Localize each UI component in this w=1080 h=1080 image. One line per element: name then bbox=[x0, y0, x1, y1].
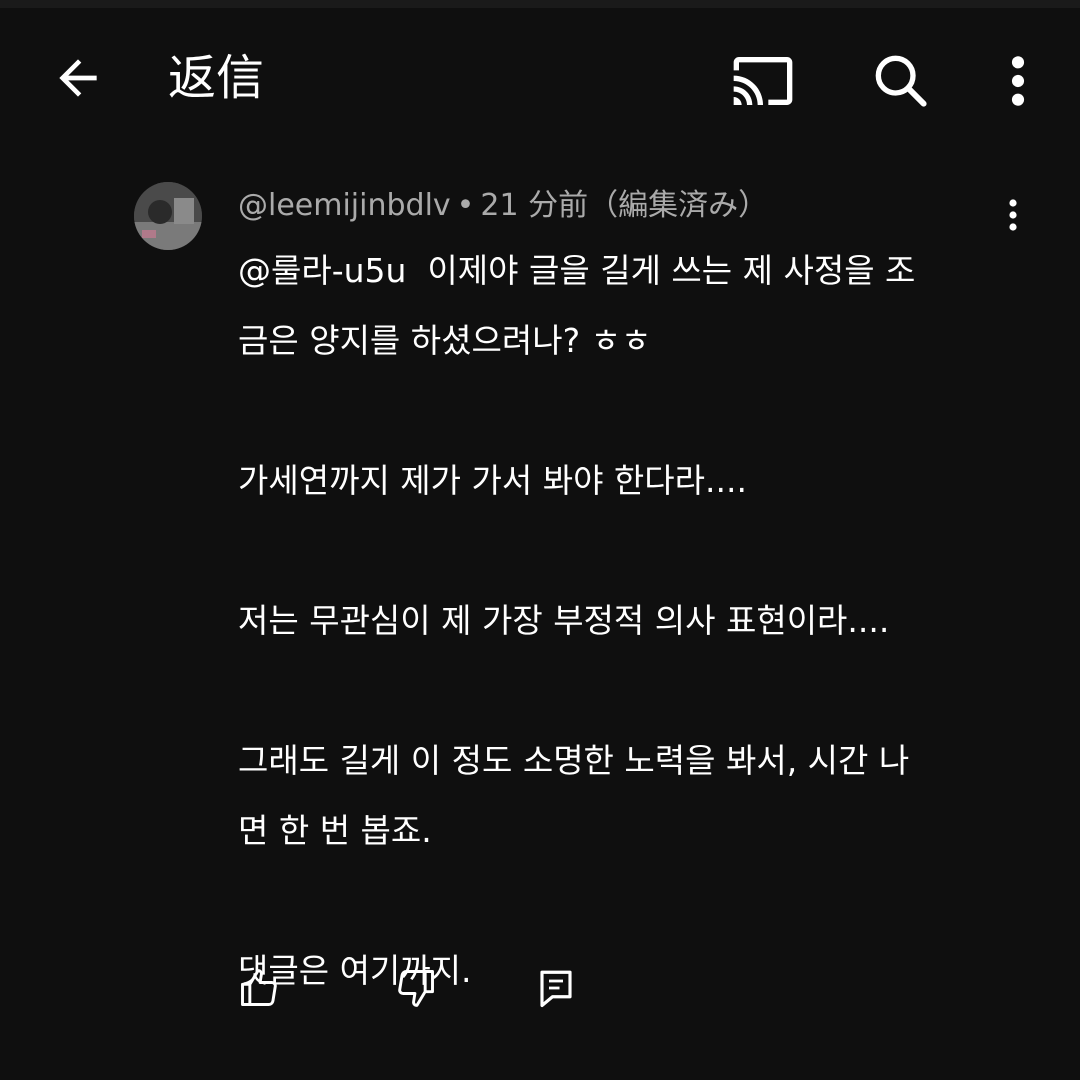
thumb-down-icon bbox=[398, 970, 434, 1007]
comment-timestamp: 21 分前（編集済み） bbox=[480, 188, 769, 223]
app-bar: 返信 bbox=[0, 8, 1080, 148]
comment-more-button[interactable] bbox=[990, 190, 1036, 240]
cast-icon bbox=[733, 57, 793, 105]
reply-icon bbox=[540, 970, 572, 1008]
status-bar bbox=[0, 0, 1080, 8]
more-vert-icon bbox=[1011, 56, 1025, 106]
search-button[interactable] bbox=[860, 40, 942, 122]
more-options-button[interactable] bbox=[990, 40, 1046, 122]
arrow-left-icon bbox=[59, 59, 97, 97]
comment-paragraph: 가세연까지 제가 가서 봐야 한다라.... bbox=[238, 461, 747, 500]
comment-paragraph: 그래도 길게 이 정도 소명한 노력을 봐서, 시간 나 면 한 번 봅죠. bbox=[238, 741, 910, 850]
reply-button[interactable] bbox=[526, 958, 586, 1018]
comment-header: @leemijinbdlv • 21 分前（編集済み） bbox=[238, 186, 768, 226]
comment-card: @leemijinbdlv • 21 分前（編集済み） @룰라-u5u 이제야 글을… bbox=[0, 170, 1080, 1050]
comment-text: @룰라-u5u 이제야 글을 길게 쓰는 제 사정을 조 금은 양지를 하셨으려… bbox=[238, 236, 1018, 1006]
comment-paragraph: 저는 무관심이 제 가장 부정적 의사 표현이라.... bbox=[238, 601, 890, 640]
back-button[interactable] bbox=[40, 40, 116, 116]
like-button[interactable] bbox=[229, 958, 289, 1018]
dislike-button[interactable] bbox=[386, 958, 446, 1018]
comment-actions bbox=[0, 958, 1080, 1028]
avatar[interactable] bbox=[134, 182, 202, 250]
comment-paragraph: @룰라-u5u 이제야 글을 길게 쓰는 제 사정을 조 금은 양지를 하셨으려… bbox=[238, 251, 916, 360]
page-title: 返信 bbox=[168, 50, 265, 106]
search-icon bbox=[875, 55, 927, 107]
thumb-up-icon bbox=[241, 969, 277, 1006]
comment-author[interactable]: @leemijinbdlv bbox=[238, 188, 451, 223]
dot-separator: • bbox=[456, 188, 475, 223]
more-vert-icon bbox=[1009, 199, 1017, 231]
cast-button[interactable] bbox=[722, 40, 804, 122]
